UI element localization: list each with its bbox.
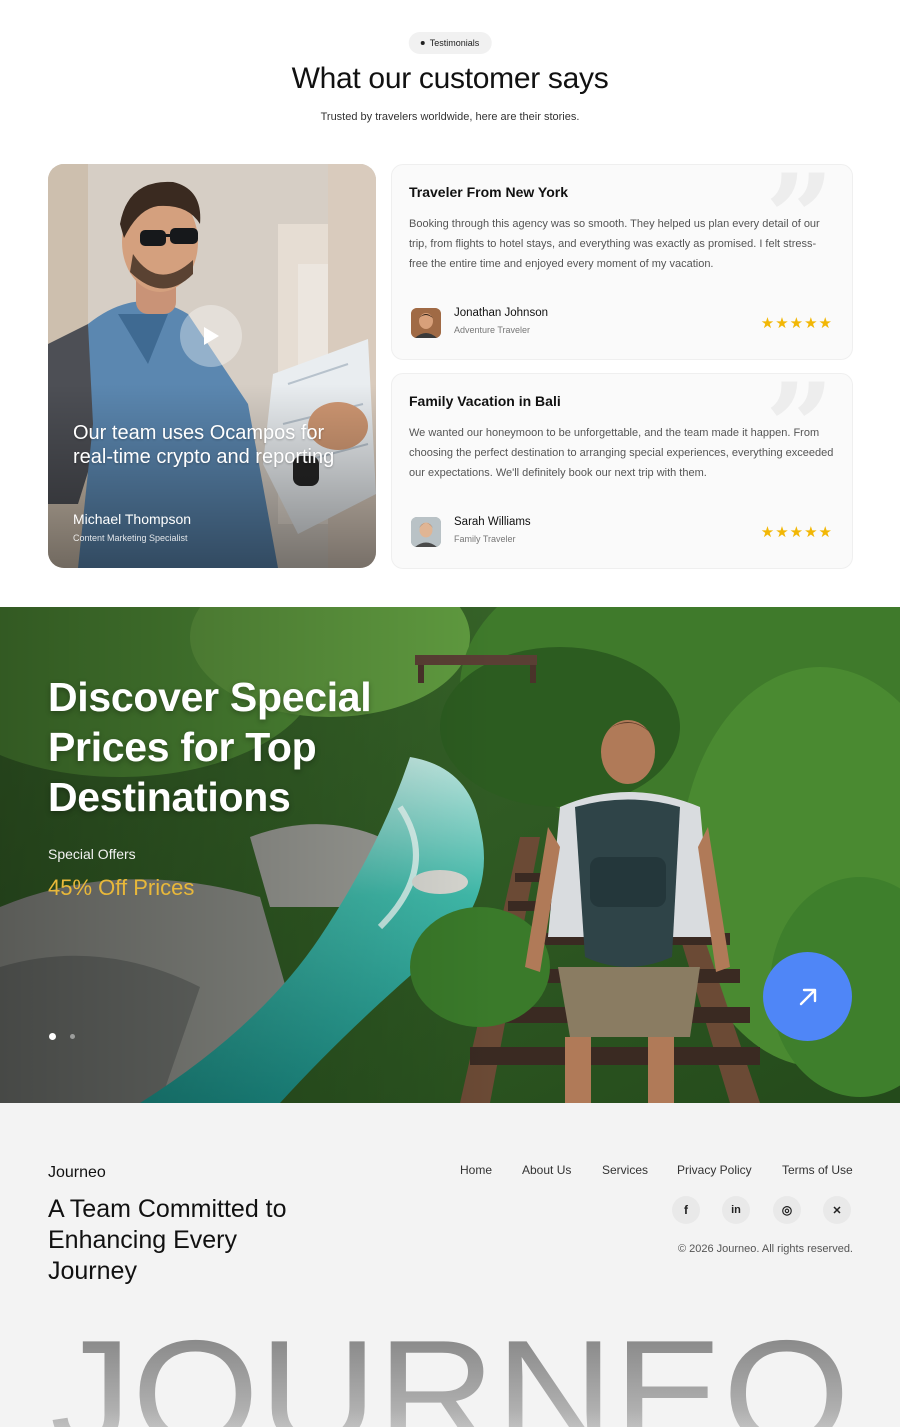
badge-dot-icon	[420, 41, 425, 45]
testimonial-card: ” Traveler From New York Booking through…	[391, 164, 853, 360]
slider-dot[interactable]	[70, 1034, 75, 1039]
banner-title: Discover Special Prices for Top Destinat…	[48, 674, 372, 820]
testimonial-title: Family Vacation in Bali	[409, 393, 561, 409]
play-video-button[interactable]	[180, 305, 242, 367]
video-card-author: Michael Thompson	[73, 511, 192, 527]
footer-copyright: © 2026 Journeo. All rights reserved.	[677, 1243, 853, 1255]
footer-link-privacy[interactable]: Privacy Policy	[677, 1163, 752, 1177]
badge-label: Testimonials	[429, 38, 480, 48]
video-card-quote: Our team uses Ocampos for real-time cryp…	[73, 422, 335, 468]
footer-tagline: A Team Committed to Enhancing Every Jour…	[48, 1195, 287, 1285]
linkedin-icon[interactable]: in	[722, 1196, 750, 1224]
testimonial-body: We wanted our honeymoon to be unforgetta…	[409, 427, 834, 479]
slider-dot-active[interactable]	[49, 1033, 56, 1040]
banner-cta-button[interactable]	[763, 952, 852, 1041]
testimonial-card: ” Family Vacation in Bali We wanted our …	[391, 373, 853, 569]
banner-offer: 45% Off Prices	[48, 875, 195, 900]
star-rating: ★★★★★	[760, 315, 833, 332]
arrow-up-right-icon	[799, 988, 816, 1005]
author-name: Jonathan Johnson	[454, 307, 548, 319]
wordmark-text: JOURNEO	[50, 1309, 850, 1427]
play-icon	[204, 327, 219, 345]
twitter-icon[interactable]: ✕	[823, 1196, 851, 1224]
footer-link-about[interactable]: About Us	[522, 1163, 571, 1177]
testimonial-body: Booking through this agency was so smoot…	[409, 218, 820, 270]
testimonial-title: Traveler From New York	[409, 184, 568, 200]
author-role: Family Traveler	[454, 534, 516, 544]
avatar	[411, 308, 441, 338]
footer-link-home[interactable]: Home	[460, 1163, 492, 1177]
instagram-icon[interactable]: ◎	[773, 1196, 801, 1224]
author-role: Adventure Traveler	[454, 325, 531, 335]
avatar	[411, 517, 441, 547]
author-name: Sarah Williams	[454, 516, 531, 528]
footer-wordmark: JOURNEO	[50, 1309, 850, 1427]
section-title: What our customer says	[291, 62, 609, 95]
footer-link-terms[interactable]: Terms of Use	[782, 1163, 853, 1177]
star-rating: ★★★★★	[760, 524, 833, 541]
banner-label: Special Offers	[48, 846, 136, 862]
facebook-icon[interactable]: f	[672, 1196, 700, 1224]
video-testimonial-card[interactable]	[48, 164, 376, 568]
section-badge: Testimonials	[408, 32, 492, 54]
section-subtitle: Trusted by travelers worldwide, here are…	[320, 111, 580, 123]
footer-link-services[interactable]: Services	[602, 1163, 648, 1177]
video-card-role: Content Marketing Specialist	[73, 533, 188, 543]
footer-brand[interactable]: Journeo	[48, 1164, 106, 1182]
